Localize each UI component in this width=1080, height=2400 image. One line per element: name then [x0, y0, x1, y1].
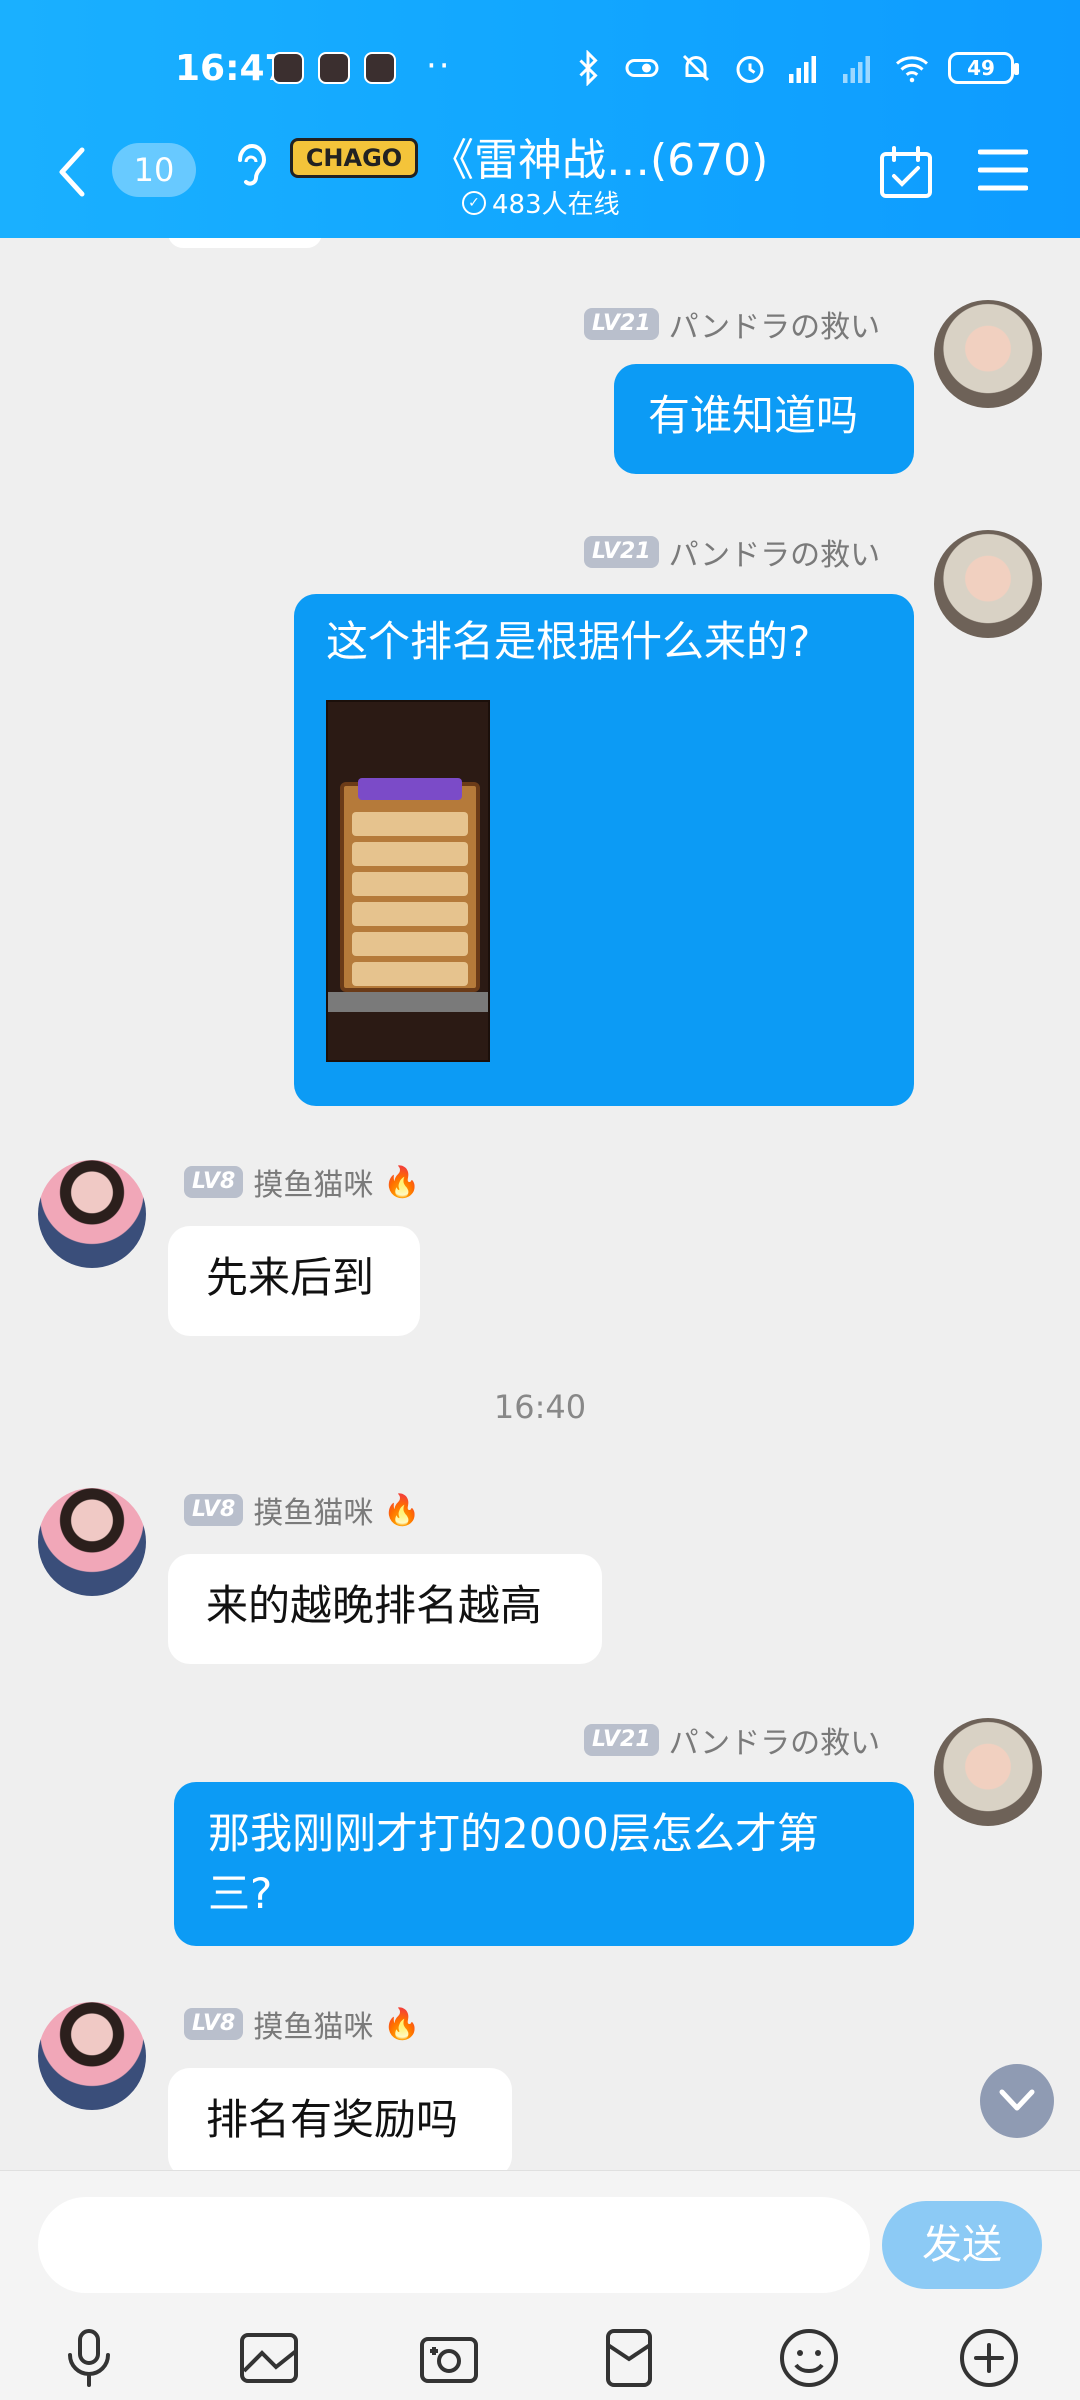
- alarm-icon: [736, 56, 764, 83]
- level-badge: LV8: [184, 2008, 244, 2040]
- sender-meta: LV8 摸鱼猫咪 🔥: [184, 1160, 421, 1204]
- level-badge: LV21: [584, 536, 659, 568]
- mute-bell-icon: [682, 54, 710, 82]
- microphone-icon[interactable]: [56, 2325, 122, 2391]
- message-timestamp: 16:40: [493, 1388, 587, 1426]
- app-notification-icon: [272, 52, 304, 84]
- input-toolbar: [0, 2321, 1080, 2400]
- red-packet-icon[interactable]: [596, 2325, 662, 2391]
- message-bubble[interactable]: 这个排名是根据什么来的?: [294, 594, 914, 1106]
- image-thumbnail[interactable]: [326, 700, 490, 1062]
- nfc-icon: [625, 59, 659, 77]
- flame-icon: 🔥: [383, 2006, 421, 2042]
- scroll-to-bottom-button[interactable]: [980, 2064, 1054, 2138]
- sender-meta: LV21 パンドラの救い: [584, 1718, 880, 1762]
- leaderboard-graphic: [340, 782, 480, 992]
- online-status: ✓ 483人在线: [462, 184, 620, 221]
- app-notification-icon: [364, 52, 396, 84]
- flame-icon: 🔥: [383, 1492, 421, 1528]
- battery-icon: 49: [948, 52, 1019, 84]
- level-badge: LV8: [184, 1166, 244, 1198]
- avatar[interactable]: [934, 530, 1042, 638]
- status-bar: 16:47 ·· 49: [0, 40, 1080, 104]
- message-bubble[interactable]: 来的越晚排名越高: [168, 1554, 602, 1664]
- sender-name[interactable]: 摸鱼猫咪: [253, 1488, 373, 1532]
- message-list[interactable]: LV21 パンドラの救い 有谁知道吗 LV21 パンドラの救い 这个排名是根据什…: [0, 238, 1080, 2170]
- group-logo: CHAGO: [290, 138, 418, 178]
- send-button[interactable]: 发送: [882, 2201, 1042, 2289]
- sender-name[interactable]: パンドラの救い: [669, 1718, 881, 1762]
- emoji-icon[interactable]: [776, 2325, 842, 2391]
- bluetooth-icon: [579, 50, 598, 86]
- group-title[interactable]: 《雷神战…(670): [430, 124, 768, 188]
- level-badge: LV8: [184, 1494, 244, 1526]
- message-bubble[interactable]: 先来后到: [168, 1226, 420, 1336]
- signal-2-icon: [843, 56, 870, 83]
- plus-icon[interactable]: [956, 2325, 1022, 2391]
- ear-icon[interactable]: [228, 134, 272, 194]
- wifi-icon: [896, 56, 928, 83]
- sender-name[interactable]: パンドラの救い: [669, 302, 881, 346]
- flame-icon: 🔥: [383, 1164, 421, 1200]
- calendar-check-icon[interactable]: [878, 144, 934, 200]
- avatar[interactable]: [934, 1718, 1042, 1826]
- message-input[interactable]: [38, 2197, 870, 2293]
- chevron-down-icon: [999, 2089, 1035, 2111]
- back-icon[interactable]: [52, 142, 96, 202]
- message-bubble[interactable]: 有谁知道吗: [614, 364, 914, 474]
- camera-icon[interactable]: [416, 2325, 482, 2391]
- previous-message-bubble: [168, 238, 322, 248]
- level-badge: LV21: [584, 1724, 659, 1756]
- app-notification-icon: [318, 52, 350, 84]
- chat-nav: 10 CHAGO 《雷神战…(670) ✓ 483人在线: [0, 124, 1080, 234]
- sender-name[interactable]: 摸鱼猫咪: [253, 1160, 373, 1204]
- menu-icon[interactable]: [978, 146, 1028, 194]
- signal-icon: [789, 56, 816, 83]
- input-bar: 发送: [0, 2170, 1080, 2400]
- online-count: 483人在线: [492, 190, 620, 220]
- level-badge: LV21: [584, 308, 659, 340]
- avatar[interactable]: [38, 1160, 146, 1268]
- avatar[interactable]: [38, 1488, 146, 1596]
- more-notifications-icon: ··: [426, 46, 452, 86]
- message-text: 这个排名是根据什么来的?: [326, 617, 811, 666]
- sender-name[interactable]: パンドラの救い: [669, 530, 881, 574]
- chat-header: 16:47 ·· 49 10 CHAGO 《雷神战…(670) ✓ 483人在线: [0, 0, 1080, 238]
- sender-meta: LV8 摸鱼猫咪 🔥: [184, 1488, 421, 1532]
- avatar[interactable]: [934, 300, 1042, 408]
- sender-meta: LV21 パンドラの救い: [584, 302, 880, 346]
- avatar[interactable]: [38, 2002, 146, 2110]
- sender-name[interactable]: 摸鱼猫咪: [253, 2002, 373, 2046]
- online-check-icon: ✓: [462, 190, 486, 215]
- message-bubble[interactable]: 那我刚刚才打的2000层怎么才第三?: [174, 1782, 914, 1946]
- sender-meta: LV8 摸鱼猫咪 🔥: [184, 2002, 421, 2046]
- status-indicators: 49: [570, 50, 1019, 86]
- image-icon[interactable]: [236, 2325, 302, 2391]
- unread-count-badge[interactable]: 10: [112, 143, 196, 197]
- message-bubble[interactable]: 排名有奖励吗: [168, 2068, 512, 2170]
- status-app-icons: [272, 52, 396, 84]
- sender-meta: LV21 パンドラの救い: [584, 530, 880, 574]
